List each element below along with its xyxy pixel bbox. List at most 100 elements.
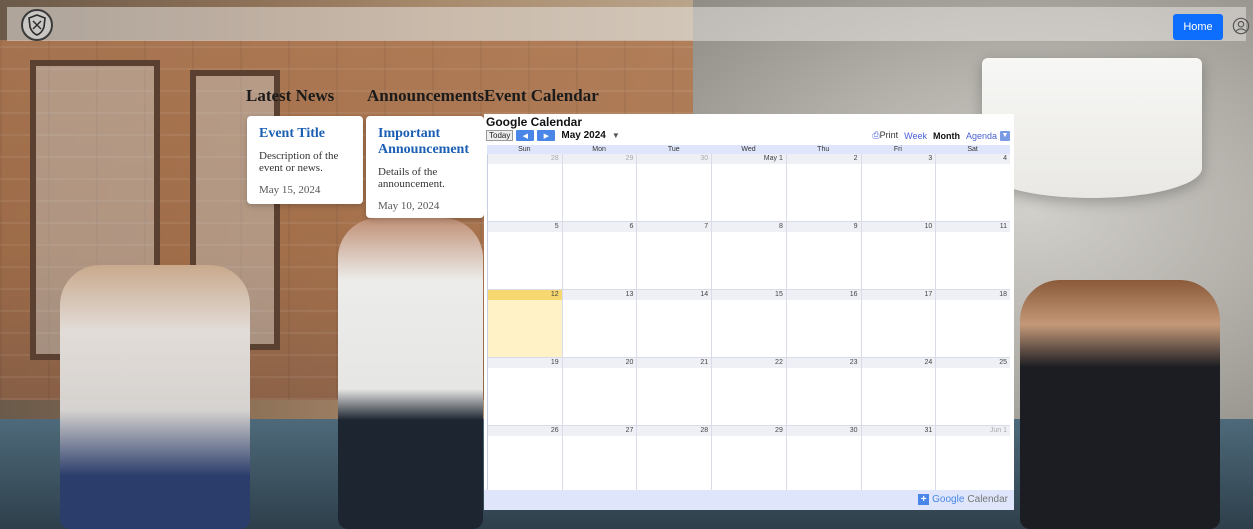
- calendar-day-cell[interactable]: 23: [785, 358, 861, 426]
- announcement-card-title[interactable]: Important Announcement: [378, 126, 472, 158]
- next-month-button[interactable]: ▶: [537, 130, 556, 141]
- calendar-day-cell[interactable]: 16: [785, 290, 861, 358]
- announcement-card-date: May 10, 2024: [378, 200, 440, 212]
- day-number: 22: [775, 359, 783, 366]
- calendar-day-cell[interactable]: 9: [785, 222, 861, 290]
- calendar-day-cell[interactable]: 6: [561, 222, 637, 290]
- news-card-title[interactable]: Event Title: [259, 126, 351, 142]
- user-account-icon[interactable]: [1232, 17, 1250, 35]
- calendar-day-cell[interactable]: 21: [636, 358, 712, 426]
- day-number: 19: [550, 359, 559, 366]
- agenda-dropdown-icon[interactable]: ▼: [1000, 130, 1010, 141]
- calendar-day-cell[interactable]: 17: [860, 290, 936, 358]
- calendar-day-cell[interactable]: 29: [561, 154, 637, 222]
- calendar-day-cell[interactable]: 26: [487, 426, 562, 494]
- chevron-right-icon: ▶: [543, 132, 550, 140]
- calendar-day-cell[interactable]: Jun 1: [935, 426, 1010, 494]
- calendar-day-cell[interactable]: 19: [487, 358, 562, 426]
- brand-calendar: Calendar: [967, 494, 1008, 505]
- calendar-day-cell[interactable]: 28: [636, 426, 712, 494]
- latest-news-heading: Latest News: [246, 86, 335, 105]
- day-number: 27: [625, 427, 634, 434]
- calendar-title: Google Calendar: [486, 115, 583, 129]
- calendar-day-cell[interactable]: 3: [860, 154, 936, 222]
- day-number: 18: [999, 291, 1007, 298]
- weekday-label: Sun: [518, 146, 531, 153]
- news-card: Event Title Description of the event or …: [247, 116, 363, 204]
- google-calendar-embed: Google Calendar Today ◀ ▶ May 2024 ▼ ⎙Pr…: [484, 114, 1014, 510]
- day-number: 21: [700, 359, 709, 366]
- view-week-tab[interactable]: Week: [904, 131, 927, 141]
- day-header-strip: [936, 154, 1010, 164]
- printer-icon: ⎙: [872, 130, 880, 140]
- calendar-day-cell[interactable]: 4: [935, 154, 1010, 222]
- day-number: 20: [625, 359, 634, 366]
- day-number: 23: [849, 359, 858, 366]
- today-button[interactable]: Today: [486, 130, 514, 141]
- weekday-label: Fri: [893, 146, 902, 153]
- day-number: 11: [999, 223, 1007, 230]
- weekday-header-row: Sun Mon Tue Wed Thu Fri Sat: [487, 145, 1010, 154]
- brand-google: Google: [932, 494, 965, 505]
- day-number: 28: [550, 155, 559, 162]
- calendar-day-cell[interactable]: 18: [935, 290, 1010, 358]
- print-button[interactable]: ⎙Print: [872, 130, 898, 141]
- calendar-day-cell[interactable]: 27: [561, 426, 637, 494]
- logo-icon[interactable]: [21, 9, 53, 41]
- day-number: 2: [853, 155, 858, 162]
- calendar-day-cell[interactable]: 2: [785, 154, 861, 222]
- calendar-day-cell[interactable]: 29: [711, 426, 786, 494]
- calendar-day-cell[interactable]: May 1: [711, 154, 786, 222]
- calendar-day-cell[interactable]: 15: [711, 290, 786, 358]
- person-left: [60, 265, 250, 529]
- calendar-day-cell[interactable]: 30: [636, 154, 712, 222]
- month-dropdown-icon[interactable]: ▼: [612, 131, 620, 140]
- day-number: 25: [999, 359, 1007, 366]
- announcement-card-description: Details of the announcement.: [378, 166, 445, 190]
- calendar-day-cell[interactable]: 7: [636, 222, 712, 290]
- calendar-day-cell[interactable]: 12: [487, 290, 562, 358]
- home-button[interactable]: Home: [1173, 14, 1223, 40]
- person-standing: [338, 218, 483, 529]
- calendar-day-cell[interactable]: 8: [711, 222, 786, 290]
- calendar-day-cell[interactable]: 14: [636, 290, 712, 358]
- calendar-day-cell[interactable]: 20: [561, 358, 637, 426]
- calendar-day-cell[interactable]: 24: [860, 358, 936, 426]
- google-calendar-brand[interactable]: + Google Calendar: [918, 494, 1008, 505]
- view-month-tab[interactable]: Month: [933, 131, 960, 141]
- day-number: Jun 1: [989, 427, 1007, 434]
- day-header-strip: [488, 222, 562, 232]
- weekday-label: Thu: [817, 146, 830, 153]
- calendar-day-cell[interactable]: 11: [935, 222, 1010, 290]
- person-right: [1020, 280, 1220, 529]
- shield-crest-icon: [28, 14, 46, 36]
- day-header-strip: [861, 154, 936, 164]
- day-number: 26: [550, 427, 559, 434]
- calendar-week-row: 26 27 28 29 30 31 Jun 1: [487, 426, 1010, 494]
- day-number: May 1: [763, 155, 783, 162]
- prev-month-button[interactable]: ◀: [516, 130, 535, 141]
- day-number: 3: [928, 155, 933, 162]
- day-number: 16: [849, 291, 858, 298]
- day-number: 10: [924, 223, 933, 230]
- top-navbar: Home: [7, 7, 1250, 41]
- calendar-day-cell[interactable]: 5: [487, 222, 562, 290]
- calendar-day-cell[interactable]: 28: [487, 154, 562, 222]
- calendar-day-cell[interactable]: 25: [935, 358, 1010, 426]
- calendar-day-cell[interactable]: 13: [561, 290, 637, 358]
- calendar-view-switcher: ⎙Print Week Month Agenda ▼: [872, 129, 1010, 142]
- announcements-heading: Announcements: [367, 86, 485, 105]
- day-number: 6: [629, 223, 634, 230]
- day-header-strip: [786, 222, 861, 232]
- weekday-label: Wed: [741, 146, 756, 153]
- calendar-day-cell[interactable]: 22: [711, 358, 786, 426]
- calendar-day-cell[interactable]: 30: [785, 426, 861, 494]
- day-header-strip: [712, 222, 786, 232]
- calendar-weeks: 28 29 30 May 1 2 3 4 5 6 7 8 9 10 11 12 13 14 15 16 17 18 19 2…: [487, 154, 1010, 494]
- calendar-day-cell[interactable]: 10: [860, 222, 936, 290]
- calendar-day-cell[interactable]: 31: [860, 426, 936, 494]
- day-number: 31: [924, 427, 933, 434]
- view-agenda-tab[interactable]: Agenda: [966, 131, 997, 141]
- day-number: 30: [849, 427, 858, 434]
- day-number: 8: [778, 223, 783, 230]
